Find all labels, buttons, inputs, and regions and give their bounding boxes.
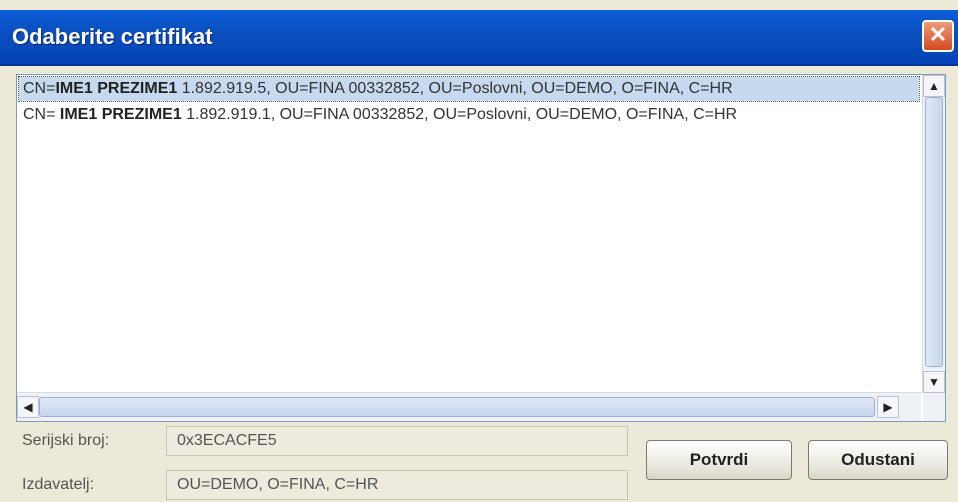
issuer-label: Izdavatelj: (22, 476, 95, 493)
certificate-dialog: Odaberite certifikat ✕ CN=IME1 PREZIME1 … (0, 0, 958, 502)
confirm-button[interactable]: Potvrdi (646, 440, 792, 480)
scrollbar-corner (923, 393, 945, 421)
arrow-right-icon: ▶ (883, 400, 893, 414)
arrow-up-icon: ▲ (928, 79, 940, 93)
cancel-button[interactable]: Odustani (808, 440, 948, 480)
serial-number-field: 0x3ECACFE5 (166, 426, 628, 456)
close-button[interactable]: ✕ (922, 20, 954, 52)
dialog-title: Odaberite certifikat (12, 24, 213, 49)
issuer-field: OU=DEMO, O=FINA, C=HR (166, 470, 628, 500)
certificate-list[interactable]: CN=IME1 PREZIME1 1.892.919.5, OU=FINA 00… (16, 74, 946, 422)
certificate-row-2[interactable]: CN= IME1 PREZIME1 1.892.919.1, OU=FINA 0… (19, 103, 919, 127)
certificate-rows: CN=IME1 PREZIME1 1.892.919.5, OU=FINA 00… (17, 75, 921, 393)
scroll-up-button[interactable]: ▲ (923, 75, 945, 97)
horizontal-scroll-thumb[interactable] (39, 397, 875, 417)
scroll-down-button[interactable]: ▼ (923, 371, 945, 393)
vertical-scroll-thumb[interactable] (925, 97, 943, 367)
close-icon: ✕ (928, 22, 948, 47)
vertical-scrollbar[interactable]: ▲ ▼ (922, 75, 945, 393)
scroll-left-button[interactable]: ◀ (17, 396, 39, 418)
row-details: 1.892.919.5, OU=FINA 00332852, OU=Poslov… (177, 80, 733, 97)
arrow-down-icon: ▼ (928, 375, 940, 389)
title-bar[interactable]: Odaberite certifikat ✕ (0, 10, 958, 66)
row-details: 1.892.919.1, OU=FINA 00332852, OU=Poslov… (181, 106, 738, 123)
arrow-left-icon: ◀ (23, 400, 33, 414)
row-name: IME1 PREZIME1 (59, 106, 182, 123)
row-name: IME1 PREZIME1 (55, 80, 178, 97)
certificate-row-1[interactable]: CN=IME1 PREZIME1 1.892.919.5, OU=FINA 00… (18, 76, 920, 102)
horizontal-scrollbar[interactable]: ◀ ▶ (17, 392, 921, 421)
row-prefix: CN= (23, 106, 60, 123)
scroll-right-button[interactable]: ▶ (877, 396, 899, 418)
row-prefix: CN= (23, 80, 56, 97)
serial-number-label: Serijski broj: (22, 432, 110, 449)
